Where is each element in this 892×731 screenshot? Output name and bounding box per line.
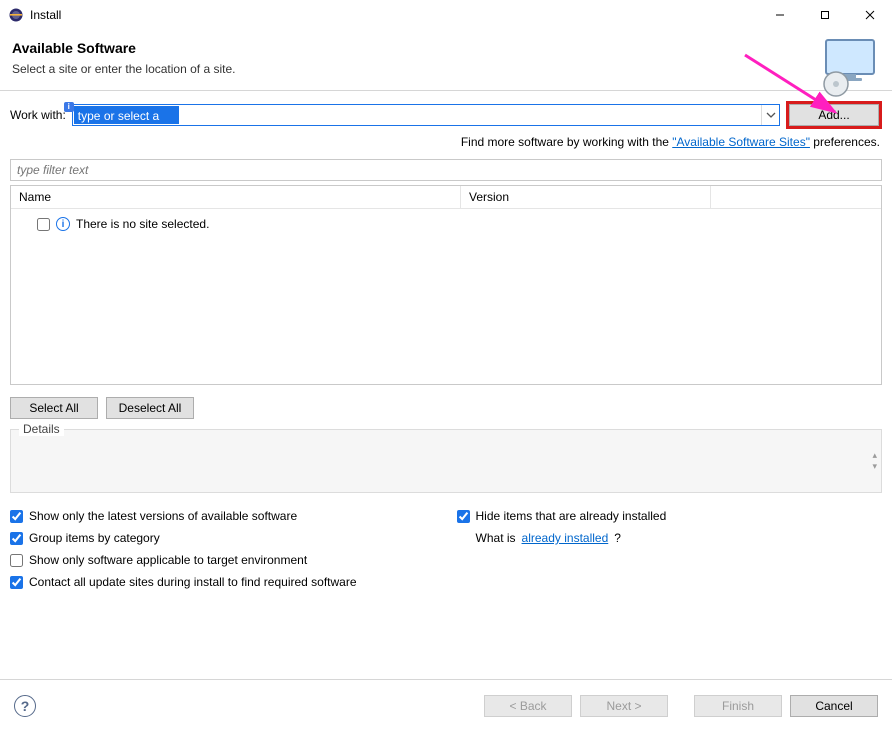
page-title: Available Software <box>12 40 880 56</box>
tree-empty-text: There is no site selected. <box>76 217 209 231</box>
sites-hint: Find more software by working with the "… <box>10 129 882 159</box>
wizard-footer: ? < Back Next > Finish Cancel <box>0 679 892 731</box>
add-button[interactable]: Add... <box>789 104 879 126</box>
maximize-button[interactable] <box>802 0 847 30</box>
tree-row: i There is no site selected. <box>19 215 873 233</box>
select-all-button[interactable]: Select All <box>10 397 98 419</box>
details-group: Details ▴▾ <box>10 429 882 493</box>
software-tree[interactable]: Name Version i There is no site selected… <box>10 185 882 385</box>
details-scroll-icon[interactable]: ▴▾ <box>872 451 877 471</box>
cancel-button[interactable]: Cancel <box>790 695 878 717</box>
titlebar: Install <box>0 0 892 30</box>
details-legend: Details <box>19 422 64 436</box>
column-version[interactable]: Version <box>461 186 711 208</box>
window-title: Install <box>30 8 757 22</box>
opt-group-category[interactable]: Group items by category <box>10 531 357 545</box>
wizard-header: Available Software Select a site or ente… <box>0 30 892 91</box>
install-banner-icon <box>816 34 880 98</box>
add-button-highlight: Add... <box>786 101 882 129</box>
available-sites-link[interactable]: "Available Software Sites" <box>672 135 810 149</box>
finish-button[interactable]: Finish <box>694 695 782 717</box>
tree-header: Name Version <box>11 186 881 209</box>
info-badge-icon: i <box>64 102 74 112</box>
what-is-installed: What is already installed? <box>457 531 667 545</box>
next-button[interactable]: Next > <box>580 695 668 717</box>
eclipse-icon <box>8 7 24 23</box>
info-icon: i <box>56 217 70 231</box>
already-installed-link[interactable]: already installed <box>522 531 609 545</box>
column-name[interactable]: Name <box>11 186 461 208</box>
opt-latest-versions[interactable]: Show only the latest versions of availab… <box>10 509 357 523</box>
page-subtitle: Select a site or enter the location of a… <box>12 62 880 76</box>
work-with-placeholder-selection: type or select a site <box>74 106 179 124</box>
help-button[interactable]: ? <box>14 695 36 717</box>
column-extra[interactable] <box>711 186 881 208</box>
work-with-label: Work with: i <box>10 108 66 122</box>
work-with-combo[interactable]: type or select a site <box>72 104 780 126</box>
deselect-all-button[interactable]: Deselect All <box>106 397 194 419</box>
filter-input[interactable] <box>10 159 882 181</box>
back-button[interactable]: < Back <box>484 695 572 717</box>
close-button[interactable] <box>847 0 892 30</box>
opt-applicable-env[interactable]: Show only software applicable to target … <box>10 553 357 567</box>
opt-hide-installed[interactable]: Hide items that are already installed <box>457 509 667 523</box>
chevron-down-icon[interactable] <box>761 105 779 125</box>
minimize-button[interactable] <box>757 0 802 30</box>
tree-row-checkbox[interactable] <box>37 218 50 231</box>
opt-contact-sites[interactable]: Contact all update sites during install … <box>10 575 357 589</box>
